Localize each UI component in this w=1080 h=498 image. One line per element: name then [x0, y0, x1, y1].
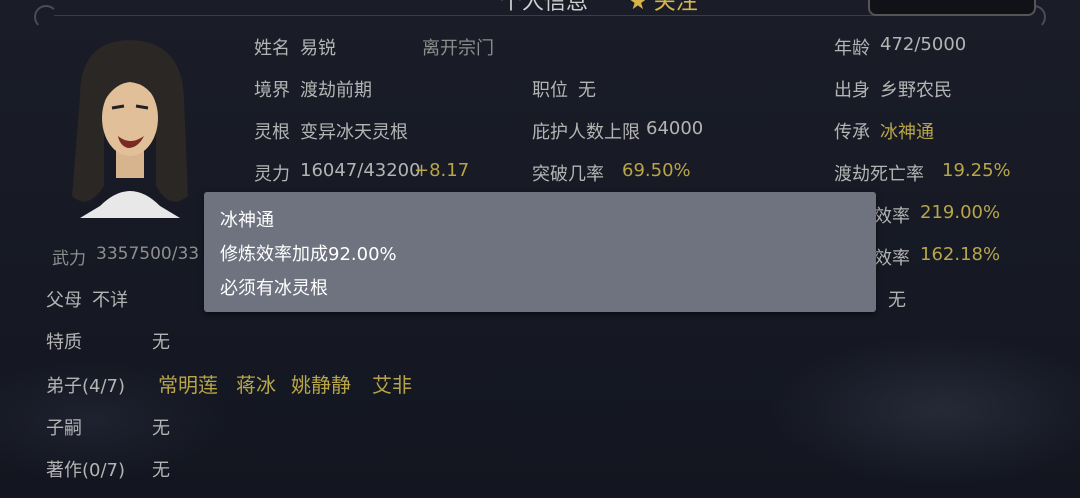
- disciples-label: 弟子(4/7): [46, 376, 126, 397]
- age-label: 年龄: [834, 38, 870, 59]
- root-value: 变异冰天灵根: [300, 122, 408, 143]
- inherit-value-link[interactable]: 冰神通: [880, 118, 934, 144]
- efficiency2-label: 效率: [874, 248, 910, 269]
- name-value: 易锐: [300, 38, 336, 59]
- right-none-value: 无: [888, 290, 906, 311]
- inherit-label: 传承: [834, 122, 870, 143]
- origin-value: 乡野农民: [880, 80, 952, 101]
- ornament-left-icon: [34, 5, 58, 29]
- follow-button[interactable]: ★ 关注: [628, 0, 698, 16]
- heir-value: 无: [152, 418, 170, 439]
- realm-label: 境界: [254, 80, 290, 101]
- tooltip-title: 冰神通: [220, 210, 274, 231]
- disciple-link[interactable]: 蒋冰: [236, 369, 276, 398]
- tooltip-line: 必须有冰灵根: [220, 278, 328, 299]
- close-button[interactable]: [868, 0, 1036, 16]
- parents-value: 不详: [92, 290, 128, 311]
- disciple-link[interactable]: 艾非: [372, 369, 412, 398]
- root-label: 灵根: [254, 122, 290, 143]
- tooltip-line: 修炼效率加成92.00%: [220, 244, 397, 265]
- force-label: 武力: [52, 249, 86, 269]
- character-portrait: [72, 40, 188, 218]
- parents-label: 父母: [46, 290, 82, 311]
- efficiency1-value: 219.00%: [920, 202, 1001, 223]
- break-label: 突破几率: [532, 164, 604, 185]
- protect-value: 64000: [646, 118, 704, 139]
- break-value: 69.50%: [622, 160, 691, 181]
- trait-value: 无: [152, 332, 170, 353]
- spirit-bonus: +8.17: [414, 160, 470, 181]
- age-value: 472/5000: [880, 34, 967, 55]
- header-bar: 个人信息 ★ 关注: [0, 0, 1080, 29]
- works-label: 著作(0/7): [46, 460, 126, 481]
- death-value: 19.25%: [942, 160, 1011, 181]
- follow-label: 关注: [653, 0, 698, 15]
- position-label: 职位: [532, 80, 568, 101]
- star-icon: ★: [628, 0, 648, 15]
- works-value: 无: [152, 460, 170, 481]
- force-value: 3357500/33: [96, 244, 200, 264]
- position-value: 无: [578, 80, 596, 101]
- realm-value: 渡劫前期: [300, 80, 372, 101]
- spirit-label: 灵力: [254, 164, 290, 185]
- heir-label: 子嗣: [46, 418, 82, 439]
- protect-label: 庇护人数上限: [532, 122, 640, 143]
- death-label: 渡劫死亡率: [834, 164, 924, 185]
- disciple-link[interactable]: 常明莲: [158, 369, 218, 398]
- efficiency1-label: 效率: [874, 206, 910, 227]
- efficiency2-value: 162.18%: [920, 244, 1001, 265]
- spirit-value: 16047/43200: [300, 160, 421, 181]
- trait-label: 特质: [46, 332, 82, 353]
- page-title: 个人信息: [500, 0, 589, 15]
- name-label: 姓名: [254, 38, 290, 59]
- leave-sect-button[interactable]: 离开宗门: [422, 34, 494, 60]
- disciple-link[interactable]: 姚静静: [291, 369, 351, 398]
- inheritance-tooltip: 冰神通 修炼效率加成92.00% 必须有冰灵根: [204, 192, 876, 312]
- origin-label: 出身: [834, 80, 870, 101]
